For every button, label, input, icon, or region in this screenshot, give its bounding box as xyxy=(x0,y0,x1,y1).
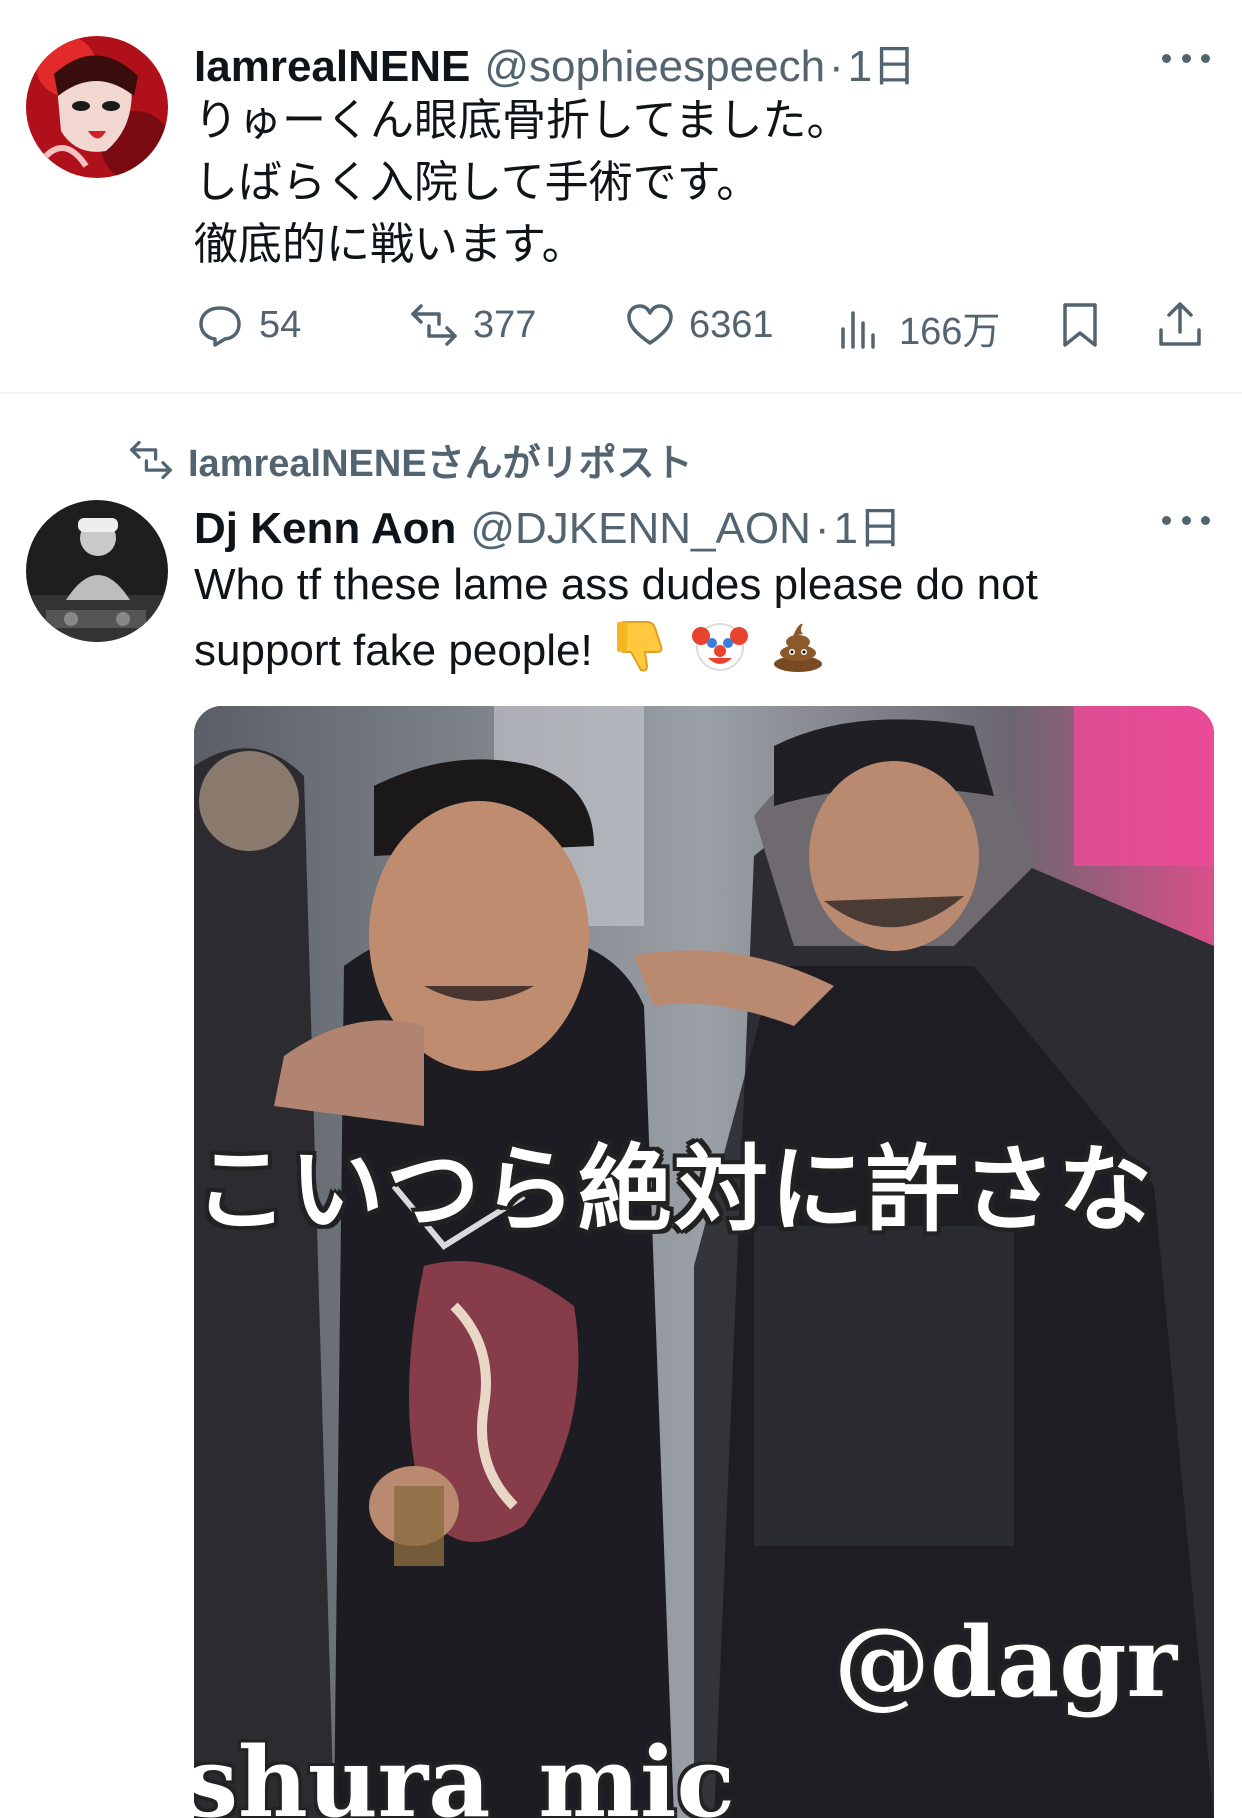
more-options-icon[interactable] xyxy=(1162,510,1210,530)
tweet-1-actions: 54 377 6361 166万 xyxy=(195,300,1215,360)
photo-caption-jp: こいつら絶対に許さな xyxy=(194,1137,1155,1242)
share-icon xyxy=(1159,302,1201,346)
reply-button[interactable]: 54 xyxy=(195,300,301,350)
display-name[interactable]: Dj Kenn Aon xyxy=(194,504,456,554)
timestamp[interactable]: 1日 xyxy=(848,30,916,94)
repost-count: 377 xyxy=(473,303,537,346)
separator: · xyxy=(814,504,830,553)
tweet-divider xyxy=(0,392,1242,394)
tweet-1-text: りゅーくん眼底骨折してました。 しばらく入院して手術です。 徹底的に戦います。 xyxy=(194,96,851,269)
pile-of-poo-icon xyxy=(769,616,827,691)
handle[interactable]: @DJKENN_AON xyxy=(470,504,811,554)
repost-context[interactable]: IamrealNENEさんがリポスト xyxy=(128,432,693,487)
avatar-djkennaon[interactable] xyxy=(26,500,168,642)
heart-icon xyxy=(627,304,673,345)
tweet-2-text-line-2-label: support fake people! xyxy=(194,626,593,676)
thumbs-down-icon xyxy=(613,616,671,691)
tweet-1[interactable]: IamrealNENE @sophieespeech · 1日 りゅーくん眼底骨… xyxy=(0,0,1242,392)
repost-context-label: IamrealNENEさんがリポスト xyxy=(188,443,693,485)
bookmark-button[interactable] xyxy=(1055,300,1105,350)
share-button[interactable] xyxy=(1155,300,1205,350)
like-count: 6361 xyxy=(689,303,774,346)
views-button[interactable]: 166万 xyxy=(835,300,1000,355)
tweet-2-header: Dj Kenn Aon @DJKENN_AON · 1日 xyxy=(194,492,902,556)
more-options-icon[interactable] xyxy=(1162,48,1210,68)
tweet-2-text-line-1: Who tf these lame ass dudes please do no… xyxy=(194,560,1038,609)
repost-button[interactable]: 377 xyxy=(409,300,536,350)
repost-icon xyxy=(411,304,457,346)
like-button[interactable]: 6361 xyxy=(625,300,774,350)
clown-face-icon xyxy=(691,616,749,691)
separator: · xyxy=(829,42,844,91)
photo-tag-right: @dagr xyxy=(834,1606,1178,1719)
reply-icon xyxy=(199,306,241,347)
tweet-2-photo[interactable]: こいつら絶対に許さな @dagr shura_mic xyxy=(194,706,1214,1818)
handle[interactable]: @sophieespeech xyxy=(484,42,825,92)
reply-count: 54 xyxy=(259,303,302,346)
avatar-iamrealnene[interactable] xyxy=(26,36,168,178)
tweet-1-header: IamrealNENE @sophieespeech · 1日 xyxy=(194,30,916,94)
analytics-icon xyxy=(841,310,875,349)
repost-icon xyxy=(130,440,172,479)
display-name[interactable]: IamrealNENE xyxy=(194,42,470,92)
tweet-2-text: Who tf these lame ass dudes please do no… xyxy=(194,554,1038,691)
bookmark-icon xyxy=(1063,303,1097,347)
view-count: 166万 xyxy=(899,311,1001,353)
tweet-2-text-line-2: support fake people! xyxy=(194,616,1038,691)
timestamp[interactable]: 1日 xyxy=(834,492,902,556)
photo-tag-left: shura_mic xyxy=(194,1726,735,1818)
